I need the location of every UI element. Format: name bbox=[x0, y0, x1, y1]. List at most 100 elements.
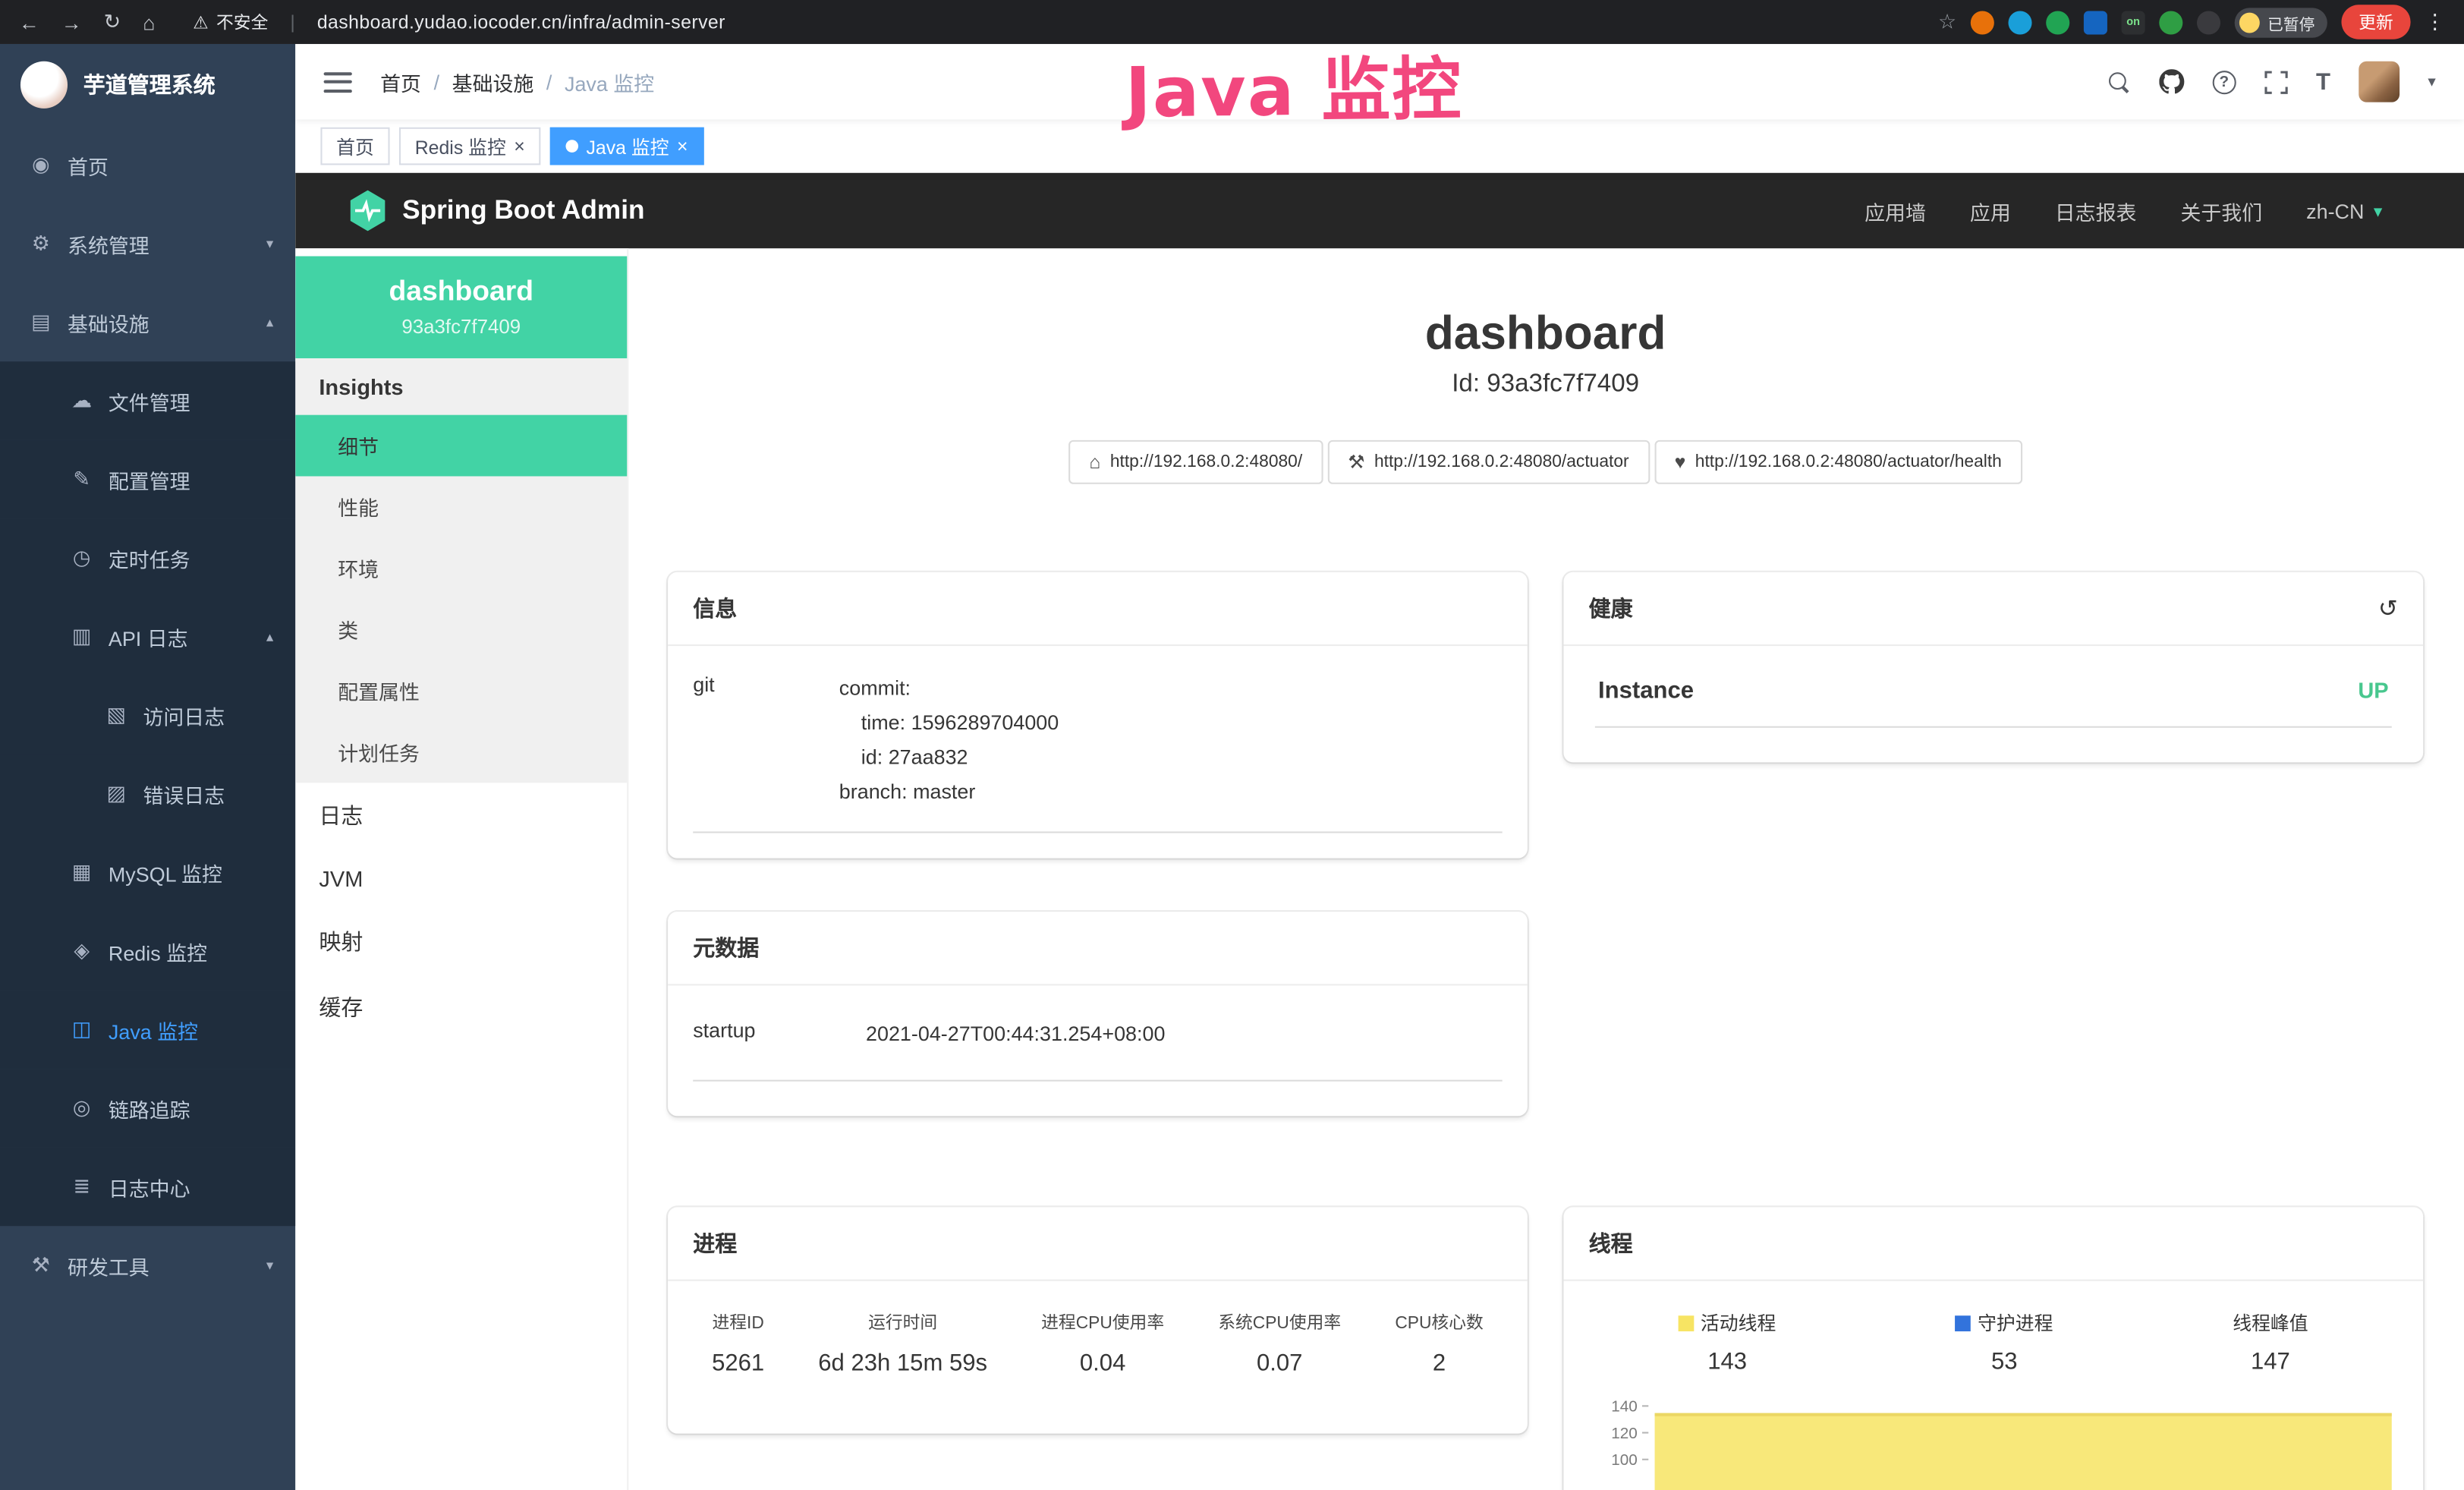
table-row: git commit: time: 1596289704000 id: 27aa… bbox=[693, 671, 1502, 833]
process-card: 进程 进程ID 5261 运行时间 bbox=[668, 1207, 1528, 1433]
process-card-body: 进程ID 5261 运行时间 6d 23h 15m 59s 进程CPU使用率 bbox=[668, 1281, 1528, 1434]
process-metrics: 进程ID 5261 运行时间 6d 23h 15m 59s 进程CPU使用率 bbox=[693, 1306, 1502, 1409]
dashboard-icon: ◉ bbox=[28, 153, 53, 178]
sidebar-item-system[interactable]: ⚙ 系统管理 ▾ bbox=[0, 204, 295, 283]
browser-update-button[interactable]: 更新 bbox=[2341, 5, 2410, 39]
github-icon[interactable] bbox=[2159, 69, 2184, 94]
back-icon[interactable]: ← bbox=[19, 10, 39, 33]
service-url-link[interactable]: ⌂ http://192.168.0.2:48080/ bbox=[1069, 440, 1323, 484]
tab-java-monitor[interactable]: Java 监控 × bbox=[550, 128, 703, 165]
tab-redis-monitor[interactable]: Redis 监控 × bbox=[399, 128, 540, 165]
locale-label: zh-CN bbox=[2306, 199, 2364, 222]
browser-menu-icon[interactable]: ⋮ bbox=[2425, 9, 2445, 34]
clock-icon: ◷ bbox=[69, 546, 94, 571]
sidebar-item-label: 文件管理 bbox=[109, 386, 190, 415]
extension-icon-3[interactable] bbox=[2046, 10, 2069, 33]
user-avatar[interactable] bbox=[2359, 61, 2399, 102]
sba-menu-jvm[interactable]: JVM bbox=[295, 849, 627, 909]
avatar-caret-icon[interactable]: ▾ bbox=[2428, 73, 2435, 90]
process-card-header: 进程 bbox=[668, 1207, 1528, 1281]
sba-nav-applications[interactable]: 应用 bbox=[1970, 196, 2011, 225]
document-icon: ▧ bbox=[104, 703, 129, 728]
main-area: 首页 / 基础设施 / Java 监控 ? T ▾ bbox=[295, 44, 2464, 1490]
hamburger-icon[interactable] bbox=[324, 71, 352, 92]
health-url-link[interactable]: ♥ http://192.168.0.2:48080/actuator/heal… bbox=[1654, 440, 2022, 484]
extension-icon-on-badge[interactable]: on bbox=[2122, 10, 2145, 33]
sidebar-item-log-center[interactable]: ≣ 日志中心 bbox=[0, 1148, 295, 1227]
sidebar-item-java-monitor[interactable]: ◫ Java 监控 bbox=[0, 991, 295, 1069]
health-card-title: 健康 bbox=[1589, 593, 1633, 624]
sba-menu-environment[interactable]: 环境 bbox=[295, 537, 627, 599]
legend-value: 147 bbox=[2233, 1349, 2308, 1375]
history-icon[interactable]: ↺ bbox=[2378, 594, 2398, 622]
app-logo-row[interactable]: 芋道管理系统 bbox=[0, 44, 295, 126]
locale-selector[interactable]: zh-CN ▾ bbox=[2306, 199, 2382, 222]
paused-extension-badge[interactable]: 已暂停 bbox=[2235, 7, 2327, 36]
close-icon[interactable]: × bbox=[677, 137, 688, 156]
sidebar-item-devtools[interactable]: ⚒ 研发工具 ▾ bbox=[0, 1226, 295, 1305]
sidebar-item-config[interactable]: ✎ 配置管理 bbox=[0, 440, 295, 519]
extension-icon-6[interactable] bbox=[2197, 10, 2220, 33]
search-icon[interactable] bbox=[2107, 70, 2131, 93]
extension-icon-4[interactable] bbox=[2084, 10, 2107, 33]
sidebar-item-infra[interactable]: ▤ 基础设施 ▴ bbox=[0, 283, 295, 362]
metadata-value: 2021-04-27T00:44:31.254+08:00 bbox=[866, 1017, 1503, 1052]
sidebar-item-file[interactable]: ☁ 文件管理 bbox=[0, 361, 295, 440]
tab-home[interactable]: 首页 bbox=[320, 128, 389, 165]
sba-nav-wallboard[interactable]: 应用墙 bbox=[1865, 196, 1926, 225]
tab-label: Java 监控 bbox=[587, 133, 669, 159]
health-row[interactable]: Instance UP bbox=[1595, 671, 2392, 728]
sba-menu-config-props[interactable]: 配置属性 bbox=[295, 660, 627, 722]
sba-menu-details[interactable]: 细节 bbox=[295, 415, 627, 477]
extension-icon-2[interactable] bbox=[2008, 10, 2031, 33]
bookmark-star-icon[interactable]: ☆ bbox=[1938, 9, 1956, 34]
sba-nav-about[interactable]: 关于我们 bbox=[2180, 196, 2262, 225]
close-icon[interactable]: × bbox=[514, 137, 525, 156]
instance-header[interactable]: dashboard 93a3fc7f7409 bbox=[295, 257, 627, 359]
target-icon: ◎ bbox=[69, 1095, 94, 1120]
sba-menu-loggers[interactable]: 日志 bbox=[295, 783, 627, 849]
security-indicator[interactable]: ⚠ 不安全 bbox=[193, 9, 268, 34]
sidebar-item-mysql[interactable]: ▦ MySQL 监控 bbox=[0, 833, 295, 912]
actuator-url-link[interactable]: ⚒ http://192.168.0.2:48080/actuator bbox=[1327, 440, 1649, 484]
address-url[interactable]: dashboard.yudao.iocoder.cn/infra/admin-s… bbox=[317, 11, 725, 33]
sidebar-item-job[interactable]: ◷ 定时任务 bbox=[0, 518, 295, 597]
sba-menu-beans[interactable]: 类 bbox=[295, 599, 627, 660]
help-icon[interactable]: ? bbox=[2212, 70, 2236, 93]
legend-value: 143 bbox=[1679, 1349, 1776, 1375]
metric-value: 0.04 bbox=[1041, 1350, 1164, 1377]
screenshot-viewport: ← → ↻ ⌂ ⚠ 不安全 | dashboard.yudao.iocoder.… bbox=[0, 0, 2464, 1490]
reload-icon[interactable]: ↻ bbox=[104, 9, 121, 34]
sba-menu-scheduled-tasks[interactable]: 计划任务 bbox=[295, 721, 627, 783]
sba-menu-metrics[interactable]: 性能 bbox=[295, 476, 627, 537]
insights-group-label: Insights bbox=[295, 358, 627, 415]
sba-nav-journal[interactable]: 日志报表 bbox=[2055, 196, 2137, 225]
sidebar-item-error-log[interactable]: ▨ 错误日志 bbox=[0, 754, 295, 833]
extension-icon-1[interactable] bbox=[1971, 10, 1994, 33]
extension-icon-5[interactable] bbox=[2159, 10, 2182, 33]
sidebar-item-trace[interactable]: ◎ 链路追踪 bbox=[0, 1069, 295, 1148]
y-tick: 100 bbox=[1589, 1451, 1655, 1477]
browser-chrome: ← → ↻ ⌂ ⚠ 不安全 | dashboard.yudao.iocoder.… bbox=[0, 0, 2464, 44]
sidebar-item-home[interactable]: ◉ 首页 bbox=[0, 126, 295, 205]
sba-menu-caches[interactable]: 缓存 bbox=[295, 975, 627, 1041]
sidebar-item-access-log[interactable]: ▧ 访问日志 bbox=[0, 676, 295, 754]
font-size-icon[interactable]: T bbox=[2316, 68, 2330, 95]
app-title: 芋道管理系统 bbox=[83, 69, 216, 100]
sidebar-item-label: Redis 监控 bbox=[109, 936, 207, 966]
metric-value: 2 bbox=[1395, 1350, 1483, 1377]
sba-brand[interactable]: Spring Boot Admin bbox=[349, 191, 645, 232]
sidebar-item-api-log[interactable]: ▥ API 日志 ▴ bbox=[0, 597, 295, 676]
metric-label: 运行时间 bbox=[818, 1309, 987, 1334]
breadcrumb-item[interactable]: 基础设施 bbox=[452, 67, 534, 96]
sidebar-item-redis[interactable]: ◈ Redis 监控 bbox=[0, 912, 295, 991]
sidebar-item-label: 日志中心 bbox=[109, 1172, 190, 1202]
breadcrumb-item[interactable]: 首页 bbox=[380, 67, 421, 96]
browser-home-icon[interactable]: ⌂ bbox=[143, 10, 155, 33]
forward-icon[interactable]: → bbox=[61, 10, 82, 33]
sba-menu-mappings[interactable]: 映射 bbox=[295, 909, 627, 975]
threads-card-title: 线程 bbox=[1589, 1227, 1633, 1258]
fullscreen-icon[interactable] bbox=[2264, 70, 2288, 93]
legend-swatch-yellow bbox=[1679, 1315, 1695, 1331]
smiley-icon bbox=[2239, 12, 2260, 33]
